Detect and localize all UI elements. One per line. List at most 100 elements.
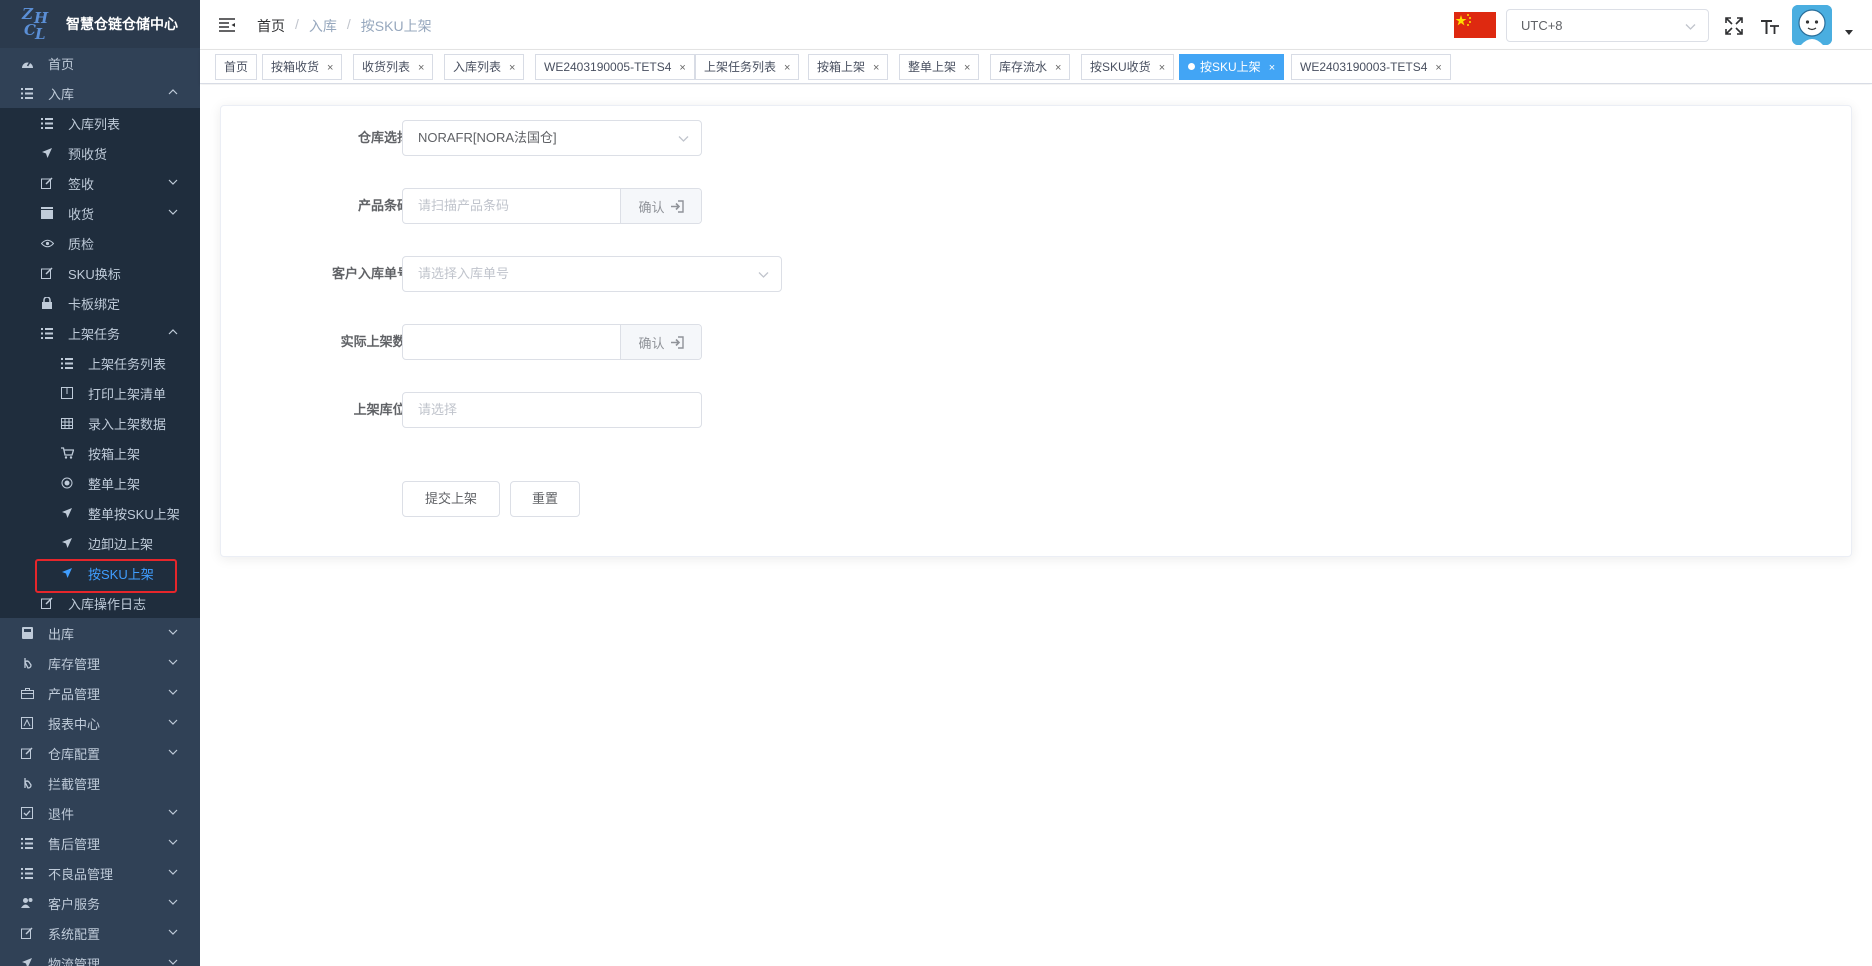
sidebar-item-putaway-by-box[interactable]: 按箱上架 [0, 438, 200, 468]
tab-putaway-task-list[interactable]: 上架任务列表 × [695, 54, 800, 80]
order-select[interactable]: 请选择入库单号 [402, 256, 782, 292]
reset-button[interactable]: 重置 [510, 481, 580, 517]
close-icon[interactable]: × [964, 62, 970, 74]
list-icon [40, 326, 54, 340]
sidebar-item-returns[interactable]: 退件 [0, 798, 200, 828]
paper-plane-icon [60, 566, 74, 580]
sidebar-item-inbound-log[interactable]: 入库操作日志 [0, 588, 200, 618]
breadcrumb: 首页 / 入库 / 按SKU上架 [257, 16, 432, 36]
tab-home[interactable]: 首页 [215, 54, 258, 80]
close-icon[interactable]: × [327, 62, 333, 74]
breadcrumb-home[interactable]: 首页 [257, 16, 285, 36]
sidebar-item-defective[interactable]: 不良品管理 [0, 858, 200, 888]
sidebar-item-sku-relabel[interactable]: SKU换标 [0, 258, 200, 288]
close-icon[interactable]: × [784, 62, 790, 74]
sidebar-item-label: 入库 [48, 86, 75, 102]
logo: Z H C L 智慧仓链仓储中心 [0, 0, 200, 48]
chevron-down-icon [168, 749, 178, 755]
close-icon[interactable]: × [1055, 62, 1061, 74]
timezone-select[interactable]: UTC+8 [1506, 9, 1709, 42]
sidebar-item-label: 首页 [48, 56, 75, 72]
avatar[interactable] [1792, 5, 1832, 45]
checkbox-icon [20, 806, 34, 820]
chevron-down-icon [168, 689, 178, 695]
sidebar-item-putaway-whole-order[interactable]: 整单上架 [0, 468, 200, 498]
sidebar-item-warehouse-config[interactable]: 仓库配置 [0, 738, 200, 768]
close-icon[interactable]: × [1269, 62, 1275, 74]
sidebar-item-pre-receipt[interactable]: 预收货 [0, 138, 200, 168]
sidebar-item-inventory[interactable]: 库存管理 [0, 648, 200, 678]
tab-inventory-flow[interactable]: 库存流水 × [990, 54, 1071, 80]
close-icon[interactable]: × [1159, 62, 1165, 74]
tab-putaway-by-sku[interactable]: 按SKU上架 × [1179, 54, 1285, 80]
dashboard-icon [20, 56, 34, 70]
paper-plane-icon [40, 146, 54, 160]
sidebar-item-customer-service[interactable]: 客户服务 [0, 888, 200, 918]
sidebar-item-putaway-unload[interactable]: 边卸边上架 [0, 528, 200, 558]
close-icon[interactable]: × [418, 62, 424, 74]
close-icon[interactable]: × [679, 62, 685, 74]
sidebar-item-label: 入库列表 [68, 116, 121, 132]
close-icon[interactable]: × [1435, 62, 1441, 74]
china-flag-icon[interactable] [1454, 12, 1496, 38]
location-input[interactable]: 请选择 [402, 392, 702, 428]
sidebar-item-label: 打印上架清单 [88, 386, 167, 402]
sidebar-item-putaway-task[interactable]: 上架任务 [0, 318, 200, 348]
tab-putaway-by-box[interactable]: 按箱上架 × [808, 54, 889, 80]
tab-putaway-whole-order[interactable]: 整单上架 × [899, 54, 980, 80]
sidebar-item-home[interactable]: 首页 [0, 48, 200, 78]
sidebar-item-label: 整单按SKU上架 [88, 506, 180, 522]
sidebar-item-qc[interactable]: 质检 [0, 228, 200, 258]
sidebar-item-putaway-by-sku[interactable]: 按SKU上架 [0, 558, 200, 588]
caret-down-icon[interactable] [1845, 30, 1853, 35]
sidebar-item-receive[interactable]: 收货 [0, 198, 200, 228]
sidebar-item-label: 入库操作日志 [68, 596, 147, 612]
tab-order-we2403190005[interactable]: WE2403190005-TETS4 × [535, 54, 695, 80]
sidebar-item-inbound-list[interactable]: 入库列表 [0, 108, 200, 138]
sidebar-item-print-putaway-list[interactable]: 打印上架清单 [0, 378, 200, 408]
quantity-input[interactable]: 确认 [402, 324, 702, 360]
sidebar-item-pallet-bind[interactable]: 卡板绑定 [0, 288, 200, 318]
sidebar-item-sign[interactable]: 签收 [0, 168, 200, 198]
sidebar-item-label: 不良品管理 [48, 866, 114, 882]
clapperboard-icon [40, 206, 54, 220]
barcode-confirm-button[interactable]: 确认 [620, 189, 701, 223]
sidebar-item-enter-putaway-data[interactable]: 录入上架数据 [0, 408, 200, 438]
barcode-input[interactable]: 请扫描产品条码 确认 [402, 188, 702, 224]
font-size-icon[interactable] [1760, 16, 1780, 36]
chevron-down-icon [168, 809, 178, 815]
sidebar-item-logistics[interactable]: 物流管理 [0, 948, 200, 966]
timezone-value: UTC+8 [1521, 18, 1563, 33]
sidebar-item-label: 质检 [68, 236, 95, 252]
close-icon[interactable]: × [873, 62, 879, 74]
sidebar-item-outbound[interactable]: 出库 [0, 618, 200, 648]
submit-putaway-button[interactable]: 提交上架 [402, 481, 500, 517]
sidebar-item-reports[interactable]: 报表中心 [0, 708, 200, 738]
tab-receive-by-sku[interactable]: 按SKU收货 × [1081, 54, 1175, 80]
sidebar-item-putaway-whole-order-sku[interactable]: 整单按SKU上架 [0, 498, 200, 528]
quantity-confirm-button[interactable]: 确认 [620, 325, 701, 359]
fullscreen-icon[interactable] [1725, 17, 1743, 35]
chevron-up-icon [168, 329, 178, 335]
breadcrumb-inbound: 入库 [308, 18, 337, 34]
paper-plane-icon [60, 536, 74, 550]
tab-receive-by-box[interactable]: 按箱收货 × [262, 54, 343, 80]
users-icon [20, 896, 34, 910]
tab-order-we2403190003[interactable]: WE2403190003-TETS4 × [1291, 54, 1451, 80]
sidebar-item-products[interactable]: 产品管理 [0, 678, 200, 708]
tab-receipt-list[interactable]: 收货列表 × [353, 54, 434, 80]
sidebar-item-intercept[interactable]: 拦截管理 [0, 768, 200, 798]
sidebar-item-inbound[interactable]: 入库 [0, 78, 200, 108]
sidebar-item-label: 边卸边上架 [88, 536, 154, 552]
warehouse-select[interactable]: NORAFR[NORA法国仓] [402, 120, 702, 156]
sidebar-item-system-config[interactable]: 系统配置 [0, 918, 200, 948]
sidebar: Z H C L 智慧仓链仓储中心 首页 入库 入库列表 预收货 签收 收货 质检 [0, 0, 200, 966]
sidebar-item-label: 售后管理 [48, 836, 101, 852]
hamburger-icon[interactable] [217, 15, 237, 35]
sidebar-item-putaway-task-list[interactable]: 上架任务列表 [0, 348, 200, 378]
tab-inbound-list[interactable]: 入库列表 × [444, 54, 525, 80]
sidebar-item-after-sales[interactable]: 售后管理 [0, 828, 200, 858]
sidebar-item-label: 客户服务 [48, 896, 101, 912]
warehouse-value: NORAFR[NORA法国仓] [418, 130, 557, 145]
close-icon[interactable]: × [509, 62, 515, 74]
